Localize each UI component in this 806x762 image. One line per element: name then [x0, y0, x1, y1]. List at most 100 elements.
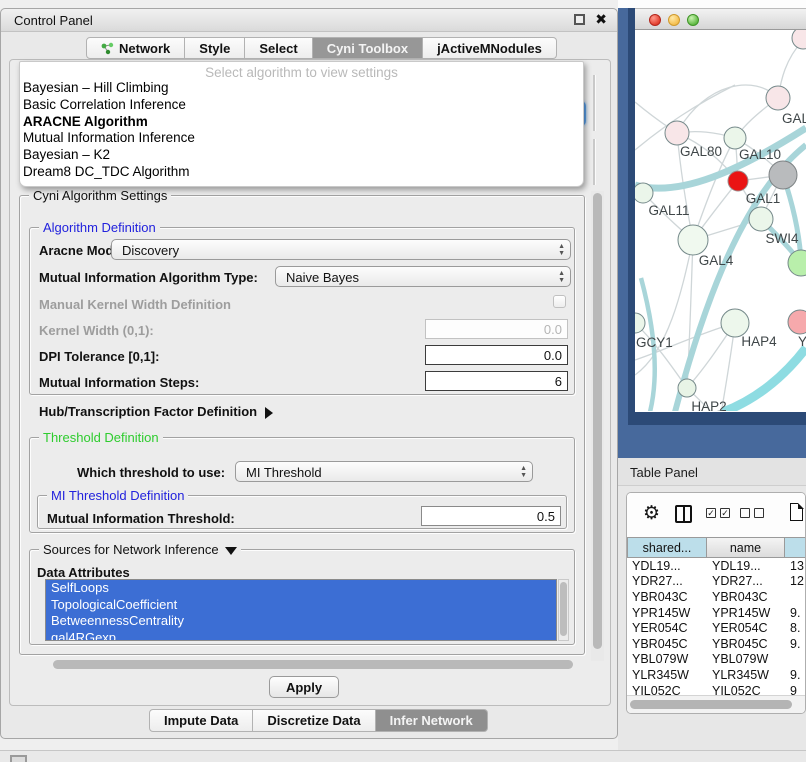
dropdown-prompt: Select algorithm to view settings: [20, 62, 583, 80]
network-node[interactable]: [792, 30, 806, 49]
attributes-list-scrollbar[interactable]: [558, 579, 569, 641]
settings-scroll-pane: Cyni Algorithm Settings Algorithm Defini…: [13, 185, 605, 673]
network-window-titlebar[interactable]: [635, 8, 806, 30]
mi-algorithm-type-combo[interactable]: Naive Bayes ▲▼: [275, 266, 571, 287]
collapse-down-icon[interactable]: [225, 547, 237, 555]
algorithm-option[interactable]: Mutual Information Inference: [20, 130, 583, 147]
network-node[interactable]: [769, 161, 797, 189]
mi-steps-field[interactable]: 6: [425, 371, 568, 391]
dpi-tolerance-field[interactable]: 0.0: [425, 345, 568, 365]
network-window[interactable]: GALGAL80GAL10GAL1GAL11GAL4SWI4GCY1HAP4YH…: [628, 8, 806, 425]
which-threshold-value: MI Threshold: [246, 465, 322, 480]
settings-vertical-scrollbar[interactable]: [591, 191, 604, 661]
network-node-gcy1[interactable]: [635, 313, 645, 333]
minimize-traffic-light-icon[interactable]: [668, 14, 680, 26]
algorithm-option[interactable]: ARACNE Algorithm: [20, 114, 583, 131]
network-node-hap2[interactable]: [678, 379, 696, 397]
manual-kernel-checkbox[interactable]: [553, 295, 566, 308]
window-title: Control Panel: [14, 13, 93, 28]
table-row[interactable]: YDR27...YDR27...12: [627, 574, 806, 590]
which-threshold-combo[interactable]: MI Threshold ▲▼: [235, 461, 533, 482]
network-canvas[interactable]: GALGAL80GAL10GAL1GAL11GAL4SWI4GCY1HAP4YH…: [635, 30, 806, 411]
table-toolbar: ⚙ ✓ ✓: [627, 493, 805, 537]
check-all-icon-2[interactable]: ✓: [720, 508, 730, 518]
network-node-gal1[interactable]: [749, 207, 773, 231]
table-panel: Table Panel ⚙ ✓ ✓ shared...nameA YDL19..…: [618, 458, 806, 762]
expand-right-icon[interactable]: [265, 407, 273, 419]
network-node-hap4[interactable]: [721, 309, 749, 337]
table-row[interactable]: YLR345WYLR345W9.: [627, 667, 806, 683]
tab-label: Style: [199, 41, 230, 56]
check-all-icon[interactable]: ✓: [706, 508, 716, 518]
attribute-item[interactable]: gal4RGexp: [46, 630, 556, 642]
table-row[interactable]: YBL079WYBL079W: [627, 652, 806, 668]
document-icon[interactable]: [790, 503, 803, 521]
table-horizontal-scrollbar[interactable]: [627, 695, 806, 713]
table-row[interactable]: YER054CYER054C8.: [627, 620, 806, 636]
scrollbar-thumb[interactable]: [630, 700, 792, 709]
scrollbar-thumb[interactable]: [560, 582, 567, 636]
table-cell: YBR045C: [627, 636, 707, 652]
control-panel-titlebar[interactable]: Control Panel ✖: [1, 9, 617, 32]
table-row[interactable]: YBR045CYBR045C9.: [627, 636, 806, 652]
network-node-gal80[interactable]: [665, 121, 689, 145]
node-label: GAL: [782, 111, 806, 126]
table-row[interactable]: YDL19...YDL19...13: [627, 558, 806, 574]
algorithm-option[interactable]: Basic Correlation Inference: [20, 97, 583, 114]
uncheck-all-icon[interactable]: [740, 508, 750, 518]
tab-impute-data[interactable]: Impute Data: [149, 709, 253, 732]
network-node-gal4[interactable]: [678, 225, 708, 255]
settings-horizontal-scrollbar[interactable]: [43, 659, 583, 671]
kernel-width-field[interactable]: 0.0: [425, 319, 568, 339]
sources-toggle[interactable]: Sources for Network Inference: [39, 542, 241, 557]
apply-button[interactable]: Apply: [269, 676, 339, 698]
hub-definition-toggle[interactable]: Hub/Transcription Factor Definition: [39, 404, 273, 419]
network-node-y[interactable]: [788, 310, 806, 334]
table-cell: 9.: [785, 667, 806, 683]
uncheck-all-icon-2[interactable]: [754, 508, 764, 518]
table-cell: YLR345W: [627, 667, 707, 683]
scrollbar-thumb[interactable]: [53, 660, 573, 669]
algorithm-option[interactable]: Bayesian – Hill Climbing: [20, 80, 583, 97]
tab-select[interactable]: Select: [245, 37, 312, 59]
network-node[interactable]: [728, 171, 748, 191]
zoom-traffic-light-icon[interactable]: [687, 14, 699, 26]
attribute-item[interactable]: BetweennessCentrality: [46, 613, 556, 630]
table-row[interactable]: YBR043CYBR043C: [627, 589, 806, 605]
table-cell: YDR27...: [707, 574, 785, 590]
mi-threshold-field[interactable]: 0.5: [421, 506, 561, 526]
tab-bar: Network Style SelectCyni ToolboxjActiveMNo…: [86, 37, 557, 59]
column-header[interactable]: name: [707, 537, 785, 558]
panel-corner-icon[interactable]: [10, 755, 27, 762]
node-label: GCY1: [636, 335, 673, 350]
tab-discretize-data[interactable]: Discretize Data: [253, 709, 375, 732]
network-node-gal[interactable]: [766, 86, 790, 110]
settings-gear-icon[interactable]: ⚙: [643, 502, 660, 525]
attribute-item[interactable]: SelfLoops: [46, 580, 556, 597]
column-header[interactable]: A: [785, 537, 806, 558]
sources-title: Sources for Network Inference: [43, 542, 219, 557]
table-header-row: shared...nameA: [627, 537, 806, 558]
table-row[interactable]: YPR145WYPR145W9.: [627, 605, 806, 621]
table-panel-titlebar[interactable]: Table Panel: [618, 458, 806, 486]
algorithm-option[interactable]: Dream8 DC_TDC Algorithm: [20, 164, 583, 181]
column-header[interactable]: shared...: [627, 537, 707, 558]
close-icon[interactable]: ✖: [595, 11, 607, 28]
tab-style[interactable]: Style: [185, 37, 245, 59]
mi-type-value: Naive Bayes: [286, 270, 359, 285]
close-traffic-light-icon[interactable]: [649, 14, 661, 26]
attribute-item[interactable]: TopologicalCoefficient: [46, 597, 556, 614]
aracne-mode-combo[interactable]: Discovery ▲▼: [111, 239, 571, 260]
table-cell: YBR045C: [707, 636, 785, 652]
float-window-icon[interactable]: [574, 14, 585, 25]
network-node-gal10[interactable]: [724, 127, 746, 149]
scrollbar-thumb[interactable]: [593, 193, 602, 649]
tab-cyni-toolbox[interactable]: Cyni Toolbox: [313, 37, 423, 59]
tab-network[interactable]: Network: [86, 37, 185, 59]
algorithm-option[interactable]: Bayesian – K2: [20, 147, 583, 164]
tab-infer-network[interactable]: Infer Network: [376, 709, 488, 732]
column-layout-icon[interactable]: [675, 505, 692, 523]
tab-jactivemnodules[interactable]: jActiveMNodules: [423, 37, 557, 59]
network-node-gal11[interactable]: [635, 183, 653, 203]
data-attributes-list[interactable]: SelfLoopsTopologicalCoefficientBetweenne…: [45, 579, 557, 641]
